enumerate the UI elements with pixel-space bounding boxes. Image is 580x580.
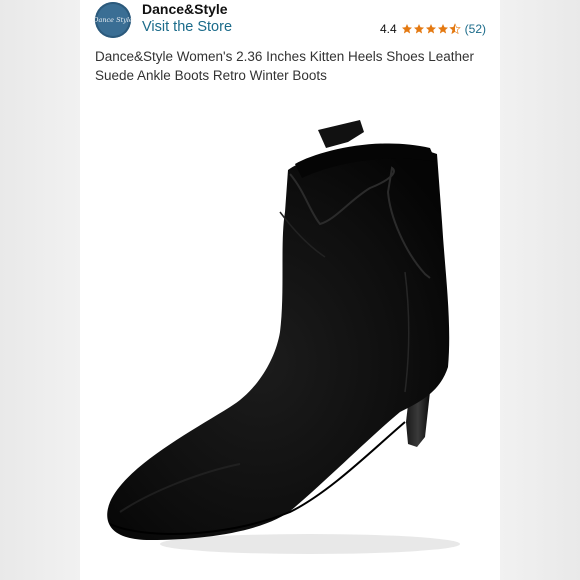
product-image[interactable] — [80, 92, 500, 580]
right-margin — [500, 0, 580, 580]
product-title[interactable]: Dance&Style Women's 2.36 Inches Kitten H… — [95, 47, 495, 85]
star-half-icon — [448, 23, 461, 35]
rating-value: 4.4 — [379, 22, 397, 36]
star-rating — [401, 23, 461, 35]
review-count-link[interactable]: (52) — [465, 22, 486, 36]
star-full-icon — [401, 24, 412, 34]
product-header: Dance Style Dance&Style Visit the Store … — [80, 0, 500, 92]
store-name: Dance&Style — [142, 1, 228, 17]
product-card: Dance Style Dance&Style Visit the Store … — [80, 0, 500, 580]
star-full-icon — [413, 24, 424, 34]
star-full-icon — [425, 24, 436, 34]
star-full-icon — [437, 24, 448, 34]
store-logo[interactable]: Dance Style — [93, 2, 133, 38]
black-suede-ankle-boot-icon — [107, 120, 460, 554]
left-margin — [0, 0, 80, 580]
rating-summary[interactable]: 4.4 (52) — [380, 22, 486, 36]
store-logo-text: Dance Style — [93, 16, 133, 24]
visit-store-link[interactable]: Visit the Store — [142, 19, 232, 35]
